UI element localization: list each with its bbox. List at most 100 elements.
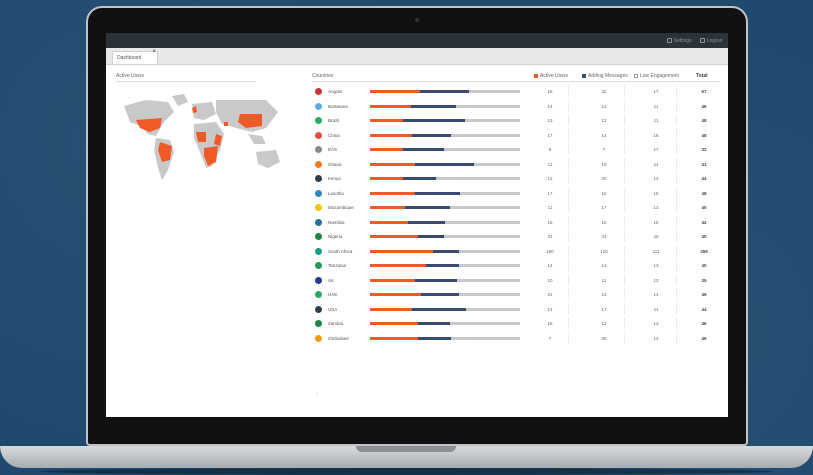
column-divider bbox=[624, 331, 625, 344]
value-low-engagement: 111 bbox=[652, 248, 660, 254]
value-adding-messages: 120 bbox=[600, 248, 608, 254]
table-row[interactable]: USA 14 17 11 44 bbox=[312, 302, 720, 318]
settings-link[interactable]: Settings bbox=[666, 37, 692, 44]
column-divider bbox=[568, 215, 569, 228]
country-name: Tanzania bbox=[328, 263, 347, 268]
value-adding-messages: 11 bbox=[601, 277, 607, 283]
table-row[interactable]: Zambia 18 12 13 46 bbox=[312, 317, 720, 332]
value-adding-messages: 20 bbox=[601, 176, 607, 181]
value-adding-messages: 17 bbox=[601, 306, 607, 312]
column-divider bbox=[676, 273, 677, 286]
table-row[interactable]: EAS 8 7 17 32 bbox=[312, 143, 720, 158]
value-adding-messages: 19 bbox=[601, 161, 607, 167]
value-active-users: 10 bbox=[547, 277, 553, 283]
legend-label: Low Engagement bbox=[640, 73, 679, 79]
country-name: USA bbox=[328, 306, 338, 312]
flag-icon bbox=[315, 117, 322, 124]
column-divider bbox=[676, 85, 677, 97]
flag-icon bbox=[315, 204, 322, 211]
countries-header: Countries Active Users Adding Messages L… bbox=[312, 73, 720, 82]
value-total: 48 bbox=[701, 190, 707, 196]
value-total: 35 bbox=[701, 277, 707, 283]
map-panel: Active Users bbox=[116, 73, 280, 197]
column-divider bbox=[624, 201, 625, 213]
column-divider bbox=[624, 85, 625, 97]
column-divider bbox=[624, 143, 625, 155]
country-name: Angola bbox=[328, 89, 343, 94]
bar-active-users bbox=[370, 322, 418, 325]
legend-swatch bbox=[634, 74, 638, 78]
value-active-users: 21 bbox=[547, 292, 553, 297]
flag-icon bbox=[315, 160, 322, 168]
column-divider bbox=[568, 143, 569, 155]
stacked-bar bbox=[370, 206, 520, 209]
value-total: 49 bbox=[701, 335, 707, 341]
settings-label: Settings bbox=[673, 37, 692, 44]
stacked-bar bbox=[370, 104, 520, 108]
table-row[interactable]: Zimbabwe 7 30 14 49 bbox=[312, 331, 720, 347]
stacked-bar bbox=[370, 235, 520, 238]
map-australia bbox=[256, 150, 280, 168]
flag-icon bbox=[315, 146, 322, 153]
value-total: 44 bbox=[701, 306, 707, 312]
country-name: Brazil bbox=[328, 118, 340, 123]
dashboard-content: Active Users Countries Active Users Addi… bbox=[106, 65, 728, 417]
flag-icon bbox=[315, 175, 322, 182]
table-row[interactable]: Tanzania 14 13 13 40 bbox=[312, 259, 720, 274]
column-divider bbox=[568, 128, 569, 141]
bar-adding-messages bbox=[403, 177, 436, 180]
table-row[interactable]: Brazil 13 13 11 48 bbox=[312, 114, 720, 129]
column-divider bbox=[624, 99, 625, 112]
bar-active-users bbox=[370, 177, 403, 180]
table-row[interactable]: Mozambique 11 17 13 40 bbox=[312, 201, 720, 216]
column-divider bbox=[676, 230, 677, 242]
country-name: South Africa bbox=[328, 248, 353, 254]
table-row[interactable]: UK 10 11 13 35 bbox=[312, 273, 720, 289]
value-adding-messages: 13 bbox=[601, 263, 607, 268]
value-low-engagement: 16 bbox=[653, 190, 659, 196]
table-row[interactable]: Botswana 14 21 11 46 bbox=[312, 99, 720, 115]
table-row[interactable]: South Africa 190 120 111 359 bbox=[312, 244, 720, 260]
legend-active-users: Active Users bbox=[534, 73, 568, 79]
flag-icon bbox=[315, 102, 322, 110]
value-adding-messages: 41 bbox=[601, 234, 607, 239]
table-row[interactable]: UAE 21 13 14 49 bbox=[312, 288, 720, 303]
stacked-bar bbox=[370, 133, 520, 137]
stacked-bar bbox=[370, 278, 520, 282]
user-icon bbox=[666, 38, 672, 43]
column-divider bbox=[676, 317, 677, 329]
close-icon[interactable]: × bbox=[152, 49, 156, 55]
value-active-users: 17 bbox=[547, 132, 553, 138]
column-divider bbox=[676, 186, 677, 199]
table-row[interactable]: Ghana 11 19 11 41 bbox=[312, 157, 720, 173]
table-row[interactable]: Namibia 15 15 15 42 bbox=[312, 215, 720, 231]
stacked-bar bbox=[370, 307, 520, 311]
value-total: 42 bbox=[701, 219, 707, 225]
table-row[interactable]: Lesotho 17 15 16 48 bbox=[312, 186, 720, 202]
column-divider bbox=[676, 157, 677, 170]
column-divider bbox=[676, 172, 677, 184]
bar-active-users bbox=[370, 278, 415, 282]
value-low-engagement: 20 bbox=[653, 234, 659, 239]
bar-adding-messages bbox=[415, 191, 460, 195]
value-low-engagement: 14 bbox=[653, 176, 659, 181]
bar-active-users bbox=[370, 104, 411, 108]
map-greenland bbox=[172, 94, 188, 106]
bar-adding-messages bbox=[412, 133, 451, 137]
bar-adding-messages bbox=[419, 90, 469, 93]
table-row[interactable]: Angola 18 32 17 67 bbox=[312, 85, 720, 100]
tab-dashboard[interactable]: Dashboard × bbox=[112, 49, 158, 64]
value-adding-messages: 17 bbox=[601, 205, 607, 210]
world-map bbox=[124, 94, 280, 180]
logout-link[interactable]: Logout bbox=[699, 38, 722, 44]
column-divider bbox=[568, 172, 569, 184]
country-name: Lesotho bbox=[328, 190, 345, 196]
column-divider bbox=[624, 114, 625, 126]
column-divider bbox=[676, 244, 677, 257]
bar-active-users bbox=[370, 220, 408, 224]
table-row[interactable]: Kenya 12 20 14 44 bbox=[312, 172, 720, 187]
table-row[interactable]: China 17 14 18 48 bbox=[312, 128, 720, 144]
legend-adding-messages: Adding Messages bbox=[582, 73, 628, 79]
table-row[interactable]: Nigeria 41 41 20 40 bbox=[312, 230, 720, 245]
value-total: 48 bbox=[701, 118, 707, 123]
